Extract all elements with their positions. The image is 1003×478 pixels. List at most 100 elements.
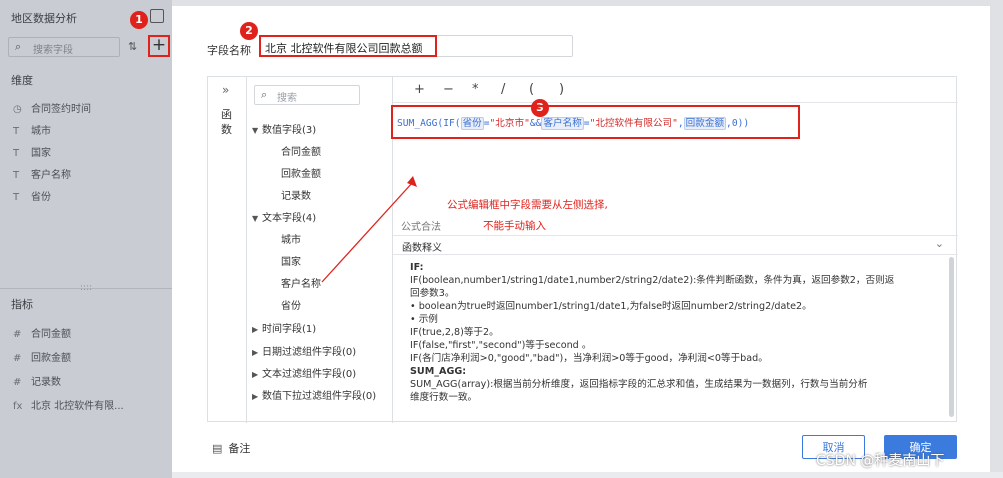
search-icon: ⌕	[261, 88, 268, 101]
tree-group-item[interactable]: ▼ 文本字段(4)	[252, 209, 316, 224]
metric-item-label: 记录数	[31, 377, 61, 388]
tree-field-item[interactable]: 客户名称	[281, 275, 321, 290]
field-name-label: 字段名称	[207, 44, 251, 57]
function-description-header[interactable]: 函数释义 ⌄	[393, 235, 958, 255]
text-type-icon: T	[13, 148, 20, 159]
function-description-title: 函数释义	[402, 243, 442, 254]
divide-operator-button[interactable]: /	[501, 82, 505, 97]
tree-field-item[interactable]: 国家	[281, 253, 301, 268]
background-edge	[990, 6, 1003, 472]
caret-right-icon[interactable]: ▶	[252, 370, 262, 379]
dimension-header: 维度	[11, 74, 33, 87]
formula-field-icon: fx	[13, 401, 23, 412]
tree-item-label: 合同金额	[281, 147, 321, 158]
panel-divider	[0, 288, 172, 289]
tree-group-item[interactable]: ▶ 日期过滤组件字段(0)	[252, 343, 356, 358]
metric-item[interactable]: # 合同金额	[13, 325, 71, 340]
function-panel-label: 函数	[221, 108, 232, 136]
minus-operator-button[interactable]: −	[443, 82, 454, 97]
open-paren-button[interactable]: (	[529, 82, 534, 97]
dimension-item-label: 省份	[31, 192, 51, 203]
field-search-placeholder: 搜索字段	[33, 45, 73, 56]
dataset-switch-icon[interactable]	[150, 9, 164, 23]
tree-field-item[interactable]: 合同金额	[281, 143, 321, 158]
metric-item[interactable]: # 回款金额	[13, 349, 71, 364]
caret-right-icon[interactable]: ▶	[252, 392, 262, 401]
description-scrollbar[interactable]	[949, 257, 954, 417]
desc-line: 维度行数一致。	[410, 392, 478, 403]
search-icon: ⌕	[15, 40, 22, 53]
desc-line: IF(true,2,8)等于2。	[410, 327, 499, 338]
tree-group-item[interactable]: ▶ 数值下拉过滤组件字段(0)	[252, 387, 376, 402]
operator-toolbar: + − * / ( )	[393, 77, 958, 103]
number-type-icon: #	[13, 329, 22, 340]
dimension-item-label: 城市	[31, 126, 51, 137]
tree-item-label: 记录数	[281, 191, 311, 202]
desc-line: SUM_AGG(array):根据当前分析维度，返回指标字段的汇总求和值，生成结…	[410, 379, 868, 390]
text-type-icon: T	[13, 170, 20, 181]
function-panel-toggle[interactable]: » 函数	[208, 77, 247, 423]
field-name-highlight	[259, 35, 437, 57]
dimension-item[interactable]: T 省份	[13, 188, 51, 203]
dataset-title: 地区数据分析	[11, 12, 77, 25]
tree-item-label: 文本字段(4)	[262, 213, 317, 224]
caret-right-icon[interactable]: ▶	[252, 348, 262, 357]
metric-item[interactable]: fx 北京 北控软件有限...	[13, 397, 124, 412]
plus-operator-button[interactable]: +	[414, 82, 425, 97]
dimension-item[interactable]: ◷ 合同签约时间	[13, 100, 91, 115]
remark-label: 备注	[228, 442, 251, 455]
dimension-item-label: 国家	[31, 148, 51, 159]
dimension-item-label: 合同签约时间	[31, 104, 91, 115]
add-formula-field-dialog: 2 字段名称 北京 北控软件有限公司回款总额 » 函数 ⌕ 搜索 ▼ 数值字段(3…	[172, 6, 990, 472]
desc-line: IF(各门店净利润>0,"good","bad")，当净利润>0等于good，净…	[410, 353, 768, 364]
close-paren-button[interactable]: )	[559, 82, 564, 97]
formula-editor: » 函数 ⌕ 搜索 ▼ 数值字段(3) 合同金额 回款金额 记录数 ▼ 文本字段(4) 城市国…	[207, 76, 958, 423]
metric-item[interactable]: # 记录数	[13, 373, 61, 388]
tree-field-item[interactable]: 记录数	[281, 187, 311, 202]
dimension-item-label: 客户名称	[31, 170, 71, 181]
tree-search-input[interactable]: ⌕ 搜索	[254, 85, 360, 105]
metric-header: 指标	[11, 298, 33, 311]
marker-2: 2	[240, 22, 258, 40]
double-chevron-right-icon[interactable]: »	[222, 83, 229, 97]
comment-icon: ▤	[212, 442, 223, 455]
caret-down-icon[interactable]: ▼	[252, 126, 262, 135]
tree-group-item[interactable]: ▼ 数值字段(3)	[252, 121, 316, 136]
marker-1: 1	[130, 11, 148, 29]
tree-group-item[interactable]: ▶ 时间字段(1)	[252, 320, 316, 335]
sort-filter-icon[interactable]: ⇅	[128, 40, 137, 53]
desc-line: IF(boolean,number1/string1/date1,number2…	[410, 275, 895, 286]
desc-line: 回参数3。	[410, 288, 455, 299]
remark-button[interactable]: ▤ 备注	[212, 440, 250, 456]
tree-item-label: 数值下拉过滤组件字段(0)	[262, 391, 377, 402]
tree-item-label: 时间字段(1)	[262, 324, 317, 335]
dimension-item[interactable]: T 客户名称	[13, 166, 71, 181]
formula-validity-status: 公式合法	[401, 222, 441, 233]
chevron-down-icon[interactable]: ⌄	[935, 237, 944, 250]
left-panel: 地区数据分析 ⌕ 搜索字段 ⇅ + 1 维度 ◷ 合同签约时间 T 城市 T 国家 T…	[0, 0, 172, 478]
tree-field-item[interactable]: 城市	[281, 231, 301, 246]
function-description-body: IF: IF(boolean,number1/string1/date1,num…	[410, 261, 940, 404]
caret-down-icon[interactable]: ▼	[252, 214, 262, 223]
tree-search-placeholder: 搜索	[277, 93, 297, 104]
text-type-icon: T	[13, 126, 20, 137]
tree-item-label: 日期过滤组件字段(0)	[262, 347, 357, 358]
desc-line: IF:	[410, 262, 424, 273]
tree-item-label: 城市	[281, 235, 301, 246]
dimension-item[interactable]: T 城市	[13, 122, 51, 137]
desc-line: IF(false,"first","second")等于second 。	[410, 340, 592, 351]
tree-group-item[interactable]: ▶ 文本过滤组件字段(0)	[252, 365, 356, 380]
tree-item-label: 回款金额	[281, 169, 321, 180]
caret-right-icon[interactable]: ▶	[252, 325, 262, 334]
number-type-icon: #	[13, 377, 22, 388]
number-type-icon: #	[13, 353, 22, 364]
desc-line: • boolean为true时返回number1/string1/date1,为…	[410, 301, 812, 312]
tree-field-item[interactable]: 回款金额	[281, 165, 321, 180]
multiply-operator-button[interactable]: *	[472, 82, 479, 97]
annotation-text-2: 不能手动输入	[483, 220, 546, 232]
text-type-icon: T	[13, 192, 20, 203]
tree-field-item[interactable]: 省份	[281, 297, 301, 312]
dimension-item[interactable]: T 国家	[13, 144, 51, 159]
add-field-button[interactable]: +	[148, 35, 170, 57]
field-search-input[interactable]: ⌕ 搜索字段	[8, 37, 120, 57]
